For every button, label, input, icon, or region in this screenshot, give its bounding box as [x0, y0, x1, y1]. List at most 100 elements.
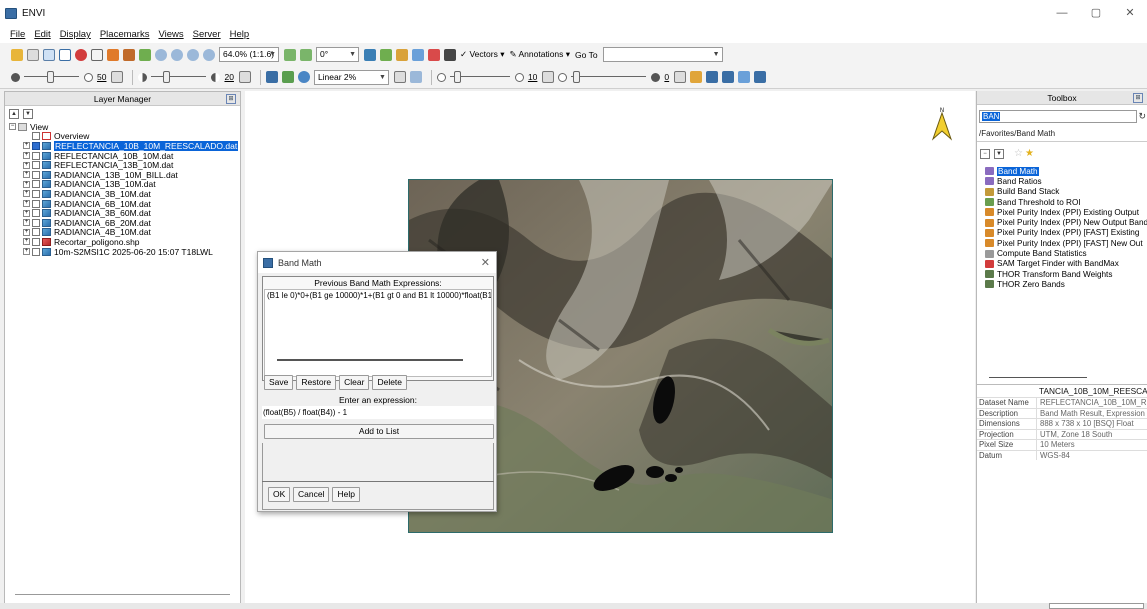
rotate-icon[interactable] [139, 48, 151, 61]
contrast-value[interactable]: 20 [224, 72, 233, 82]
crosshair-icon[interactable] [364, 48, 376, 61]
layer-item[interactable]: + RADIANCIA_6B_20M.dat [5, 218, 240, 228]
favorite-star-icon[interactable]: ★ [1025, 149, 1034, 159]
histogram-icon[interactable] [265, 71, 278, 83]
reset-sharpen-icon[interactable] [542, 71, 555, 83]
horizontal-scrollbar[interactable] [277, 359, 463, 361]
zoom-in-icon[interactable] [171, 48, 183, 61]
restore-button[interactable]: Restore [296, 375, 337, 390]
layer-visibility-checkbox[interactable] [32, 209, 40, 218]
layer-item[interactable]: + RADIANCIA_3B_10M.dat [5, 189, 240, 199]
collapse-all-icon[interactable]: ▲ [9, 109, 19, 119]
add-to-list-button[interactable]: Add to List [264, 424, 494, 439]
toolbox-item[interactable]: Pixel Purity Index (PPI) Existing Output [985, 207, 1147, 217]
pan-cross-icon[interactable] [59, 48, 71, 61]
tool-list-scrollbar[interactable] [989, 377, 1087, 378]
polygon-icon[interactable] [412, 48, 424, 61]
layer-item[interactable]: + REFLECTANCIA_10B_10M_REESCALADO.dat [5, 140, 240, 151]
layer-visibility-checkbox[interactable] [32, 237, 40, 246]
expand-icon[interactable]: + [23, 200, 30, 208]
star-outline-icon[interactable]: ☆ [1014, 149, 1023, 159]
toolbox-item[interactable]: Build Band Stack [985, 187, 1147, 197]
zoom-fixed-icon[interactable] [203, 48, 215, 61]
flicker-icon[interactable] [722, 71, 735, 83]
reset-contrast-icon[interactable] [238, 71, 251, 83]
dialog-title-bar[interactable]: Band Math ✕ [258, 252, 496, 273]
maximize-button[interactable]: ▢ [1079, 0, 1113, 26]
stretch-settings-icon[interactable] [409, 71, 422, 83]
expression-input[interactable] [262, 406, 494, 419]
annotations-menu[interactable]: ✎ Annotations ▾ [509, 49, 570, 60]
layer-visibility-checkbox[interactable] [32, 170, 40, 179]
layer-visibility-checkbox[interactable] [32, 218, 40, 227]
pin-icon[interactable] [75, 48, 87, 61]
new-view-icon[interactable] [43, 48, 55, 61]
menu-edit[interactable]: Edit [34, 29, 50, 40]
data-manager-icon[interactable] [27, 48, 39, 61]
toolbox-item[interactable]: Pixel Purity Index (PPI) [FAST] New Out [985, 238, 1147, 248]
expand-icon[interactable]: + [23, 161, 30, 169]
reset-brightness-icon[interactable] [111, 71, 124, 83]
rotation-combo[interactable]: 0° ▼ [316, 47, 359, 62]
toolbox-item[interactable]: Pixel Purity Index (PPI) [FAST] Existing [985, 228, 1147, 238]
expand-icon[interactable]: + [23, 238, 30, 246]
expand-icon[interactable]: + [23, 142, 30, 150]
zoom-out-icon[interactable] [187, 48, 199, 61]
chart-icon[interactable] [754, 71, 767, 83]
save-button[interactable]: Save [264, 375, 294, 390]
transparency-slider[interactable] [571, 71, 647, 83]
layer-item[interactable]: +10m-S2MSI1C 2025-06-20 15:07 T18LWL [5, 247, 240, 257]
toolbox-item[interactable]: THOR Transform Band Weights [985, 269, 1147, 279]
toolbox-item[interactable]: Band Ratios [985, 176, 1147, 186]
close-button[interactable]: ✕ [1113, 0, 1147, 26]
region-icon[interactable] [444, 48, 456, 61]
layer-visibility-checkbox[interactable] [32, 132, 40, 141]
ok-button[interactable]: OK [268, 487, 290, 502]
layer-item[interactable]: + RADIANCIA_13B_10M_BILL.dat [5, 170, 240, 180]
portal-icon[interactable] [690, 71, 703, 83]
layer-item[interactable]: + RADIANCIA_3B_60M.dat [5, 208, 240, 218]
zoom-combo[interactable]: 64.0% (1:1.6) ▼ [219, 47, 279, 62]
brightness-slider[interactable] [24, 71, 79, 83]
cancel-button[interactable]: Cancel [293, 487, 330, 502]
collapse-all-icon[interactable]: − [980, 149, 990, 159]
menu-server[interactable]: Server [193, 29, 221, 40]
collapse-icon[interactable]: − [9, 123, 16, 131]
toolbox-item[interactable]: Pixel Purity Index (PPI) New Output Band [985, 217, 1147, 227]
layer-visibility-checkbox[interactable] [32, 151, 40, 160]
pin-panel-icon[interactable]: ⊞ [226, 94, 236, 104]
menu-file[interactable]: File [10, 29, 25, 40]
toolbox-item[interactable]: Compute Band Statistics [985, 248, 1147, 258]
layer-item[interactable]: + REFLECTANCIA_10B_10M.dat [5, 151, 240, 161]
menu-views[interactable]: Views [158, 29, 183, 40]
zoom-icon[interactable] [155, 48, 167, 61]
expand-icon[interactable]: + [23, 209, 30, 217]
close-icon[interactable]: ✕ [481, 256, 490, 269]
toolbox-search-input[interactable]: BAN [979, 110, 1137, 123]
layer-visibility-checkbox[interactable] [32, 180, 40, 189]
roi-icon[interactable] [428, 48, 440, 61]
sharpen-value[interactable]: 10 [528, 72, 537, 82]
layer-visibility-checkbox[interactable] [32, 247, 40, 256]
reset-transparency-icon[interactable] [674, 71, 687, 83]
expand-icon[interactable]: + [23, 190, 30, 198]
rotate-right-icon[interactable] [300, 48, 312, 61]
toolbox-item[interactable]: THOR Zero Bands [985, 279, 1147, 289]
rotate-left-icon[interactable] [284, 48, 296, 61]
layer-item[interactable]: Overview [5, 131, 240, 141]
layer-visibility-checkbox[interactable] [32, 189, 40, 198]
layer-visibility-checkbox[interactable] [32, 161, 40, 170]
blend-icon[interactable] [706, 71, 719, 83]
toolbox-item[interactable]: Band Threshold to ROI [985, 197, 1147, 207]
layer-item[interactable]: + RADIANCIA_4B_10M.dat [5, 227, 240, 237]
toolbox-item[interactable]: SAM Target Finder with BandMax [985, 259, 1147, 269]
swipe-icon[interactable] [738, 71, 751, 83]
globe-icon[interactable] [297, 71, 310, 83]
help-button[interactable]: Help [332, 487, 360, 502]
layer-visibility-checkbox[interactable] [32, 199, 40, 208]
expand-icon[interactable]: + [23, 180, 30, 188]
layer-visibility-checkbox[interactable] [32, 228, 40, 237]
minimize-button[interactable]: — [1045, 0, 1079, 26]
vertex-icon[interactable] [380, 48, 392, 61]
expand-icon[interactable]: + [23, 171, 30, 179]
